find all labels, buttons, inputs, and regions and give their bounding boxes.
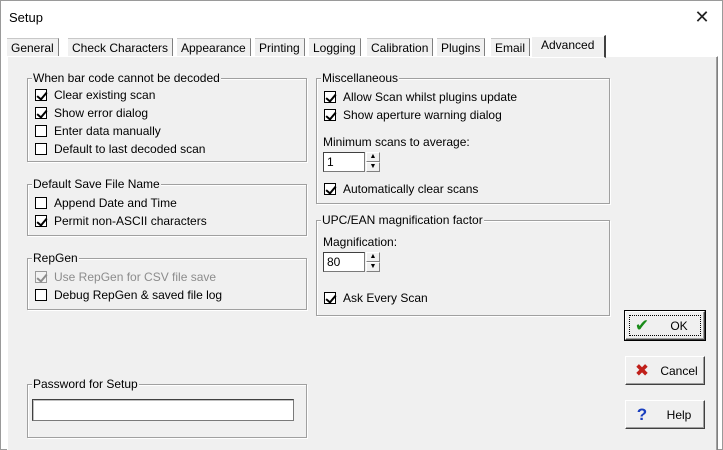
checkbox-label: Automatically clear scans: [343, 182, 479, 196]
repgen-group-title: RepGen: [32, 251, 79, 265]
tab-logging[interactable]: Logging: [309, 38, 361, 57]
tab-printing[interactable]: Printing: [255, 38, 305, 57]
checkbox-label: Default to last decoded scan: [54, 142, 206, 156]
spin-down-icon[interactable]: ▼: [366, 262, 380, 272]
show-error-dialog-checkbox[interactable]: Show error dialog: [35, 105, 148, 121]
close-icon[interactable]: ✕: [690, 5, 714, 29]
upc-ean-group-title: UPC/EAN magnification factor: [321, 213, 484, 227]
ask-every-scan-checkbox[interactable]: Ask Every Scan: [324, 290, 428, 306]
default-last-decoded-checkbox[interactable]: Default to last decoded scan: [35, 141, 205, 157]
tab-strip: General Check Characters Appearance Prin…: [7, 35, 717, 58]
use-repgen-csv-checkbox[interactable]: Use RepGen for CSV file save: [35, 269, 216, 285]
tab-advanced[interactable]: Advanced: [530, 35, 607, 58]
checkbox-box: [35, 289, 47, 301]
checkbox-label: Enter data manually: [54, 124, 161, 138]
upc-ean-group: UPC/EAN magnification factor Magnificati…: [316, 213, 610, 316]
checkbox-box: [324, 91, 336, 103]
save-file-group: Default Save File Name Append Date and T…: [27, 177, 307, 236]
checkbox-box: [35, 125, 47, 137]
checkbox-box: [35, 143, 47, 155]
magnification-label: Magnification:: [323, 235, 398, 249]
ok-button[interactable]: ✔ OK: [624, 310, 706, 341]
help-button-label: Help: [666, 408, 692, 422]
checkbox-box: [35, 271, 47, 283]
question-icon: ?: [636, 405, 648, 424]
tab-plugins[interactable]: Plugins: [437, 38, 486, 57]
clear-existing-scan-checkbox[interactable]: Clear existing scan: [35, 87, 155, 103]
auto-clear-scans-checkbox[interactable]: Automatically clear scans: [324, 181, 478, 197]
checkbox-box: [35, 197, 47, 209]
checkbox-box: [35, 107, 47, 119]
checkbox-label: Debug RepGen & saved file log: [54, 288, 223, 302]
show-aperture-warning-checkbox[interactable]: Show aperture warning dialog: [324, 107, 502, 123]
spin-down-icon[interactable]: ▼: [366, 162, 380, 172]
checkbox-box: [324, 183, 336, 195]
tab-check-characters[interactable]: Check Characters: [68, 38, 174, 57]
help-button[interactable]: ? Help: [625, 400, 705, 429]
save-file-group-title: Default Save File Name: [32, 177, 161, 191]
password-group: Password for Setup: [27, 377, 307, 438]
x-icon: ✖: [634, 361, 650, 380]
tab-appearance[interactable]: Appearance: [177, 38, 251, 57]
cancel-button[interactable]: ✖ Cancel: [625, 356, 705, 385]
decode-group-title: When bar code cannot be decoded: [32, 71, 221, 85]
enter-data-manually-checkbox[interactable]: Enter data manually: [35, 123, 161, 139]
stepper-buttons: ▲ ▼: [366, 152, 380, 172]
debug-repgen-checkbox[interactable]: Debug RepGen & saved file log: [35, 287, 222, 303]
ok-button-label: OK: [670, 319, 688, 333]
checkbox-box: [324, 292, 336, 304]
append-date-time-checkbox[interactable]: Append Date and Time: [35, 195, 177, 211]
checkbox-label: Clear existing scan: [54, 88, 156, 102]
checkbox-label: Show aperture warning dialog: [343, 108, 502, 122]
magnification-value[interactable]: 80: [323, 252, 365, 272]
tab-general[interactable]: General: [7, 38, 59, 57]
min-scans-label: Minimum scans to average:: [323, 135, 470, 149]
checkbox-label: Show error dialog: [54, 106, 149, 120]
checkbox-label: Permit non-ASCII characters: [54, 214, 207, 228]
stepper-buttons: ▲ ▼: [366, 252, 380, 272]
checkbox-label: Append Date and Time: [54, 196, 177, 210]
spin-up-icon[interactable]: ▲: [366, 152, 380, 162]
window-title: Setup: [9, 10, 43, 25]
decode-group: When bar code cannot be decoded Clear ex…: [27, 71, 307, 162]
tab-calibration[interactable]: Calibration: [367, 38, 434, 57]
cancel-button-label: Cancel: [660, 364, 698, 378]
spin-up-icon[interactable]: ▲: [366, 252, 380, 262]
tab-email[interactable]: Email: [491, 38, 531, 57]
permit-non-ascii-checkbox[interactable]: Permit non-ASCII characters: [35, 213, 207, 229]
password-input[interactable]: [32, 399, 294, 421]
allow-scan-checkbox[interactable]: Allow Scan whilst plugins update: [324, 89, 517, 105]
checkbox-box: [35, 215, 47, 227]
min-scans-value[interactable]: 1: [323, 152, 365, 172]
setup-window: Setup ✕ General Check Characters Appeara…: [0, 0, 723, 450]
password-group-title: Password for Setup: [32, 377, 139, 391]
misc-group: Miscellaneous Allow Scan whilst plugins …: [316, 71, 610, 204]
advanced-panel: When bar code cannot be decoded Clear ex…: [7, 56, 718, 450]
checkbox-box: [35, 89, 47, 101]
repgen-group: RepGen Use RepGen for CSV file save Debu…: [27, 251, 307, 310]
checkbox-label: Allow Scan whilst plugins update: [343, 90, 518, 104]
checkbox-label: Use RepGen for CSV file save: [54, 270, 217, 284]
checkbox-box: [324, 109, 336, 121]
checkmark-icon: ✔: [634, 316, 650, 335]
checkbox-label: Ask Every Scan: [343, 291, 428, 305]
misc-group-title: Miscellaneous: [321, 71, 400, 85]
title-bar: Setup ✕: [1, 1, 722, 33]
